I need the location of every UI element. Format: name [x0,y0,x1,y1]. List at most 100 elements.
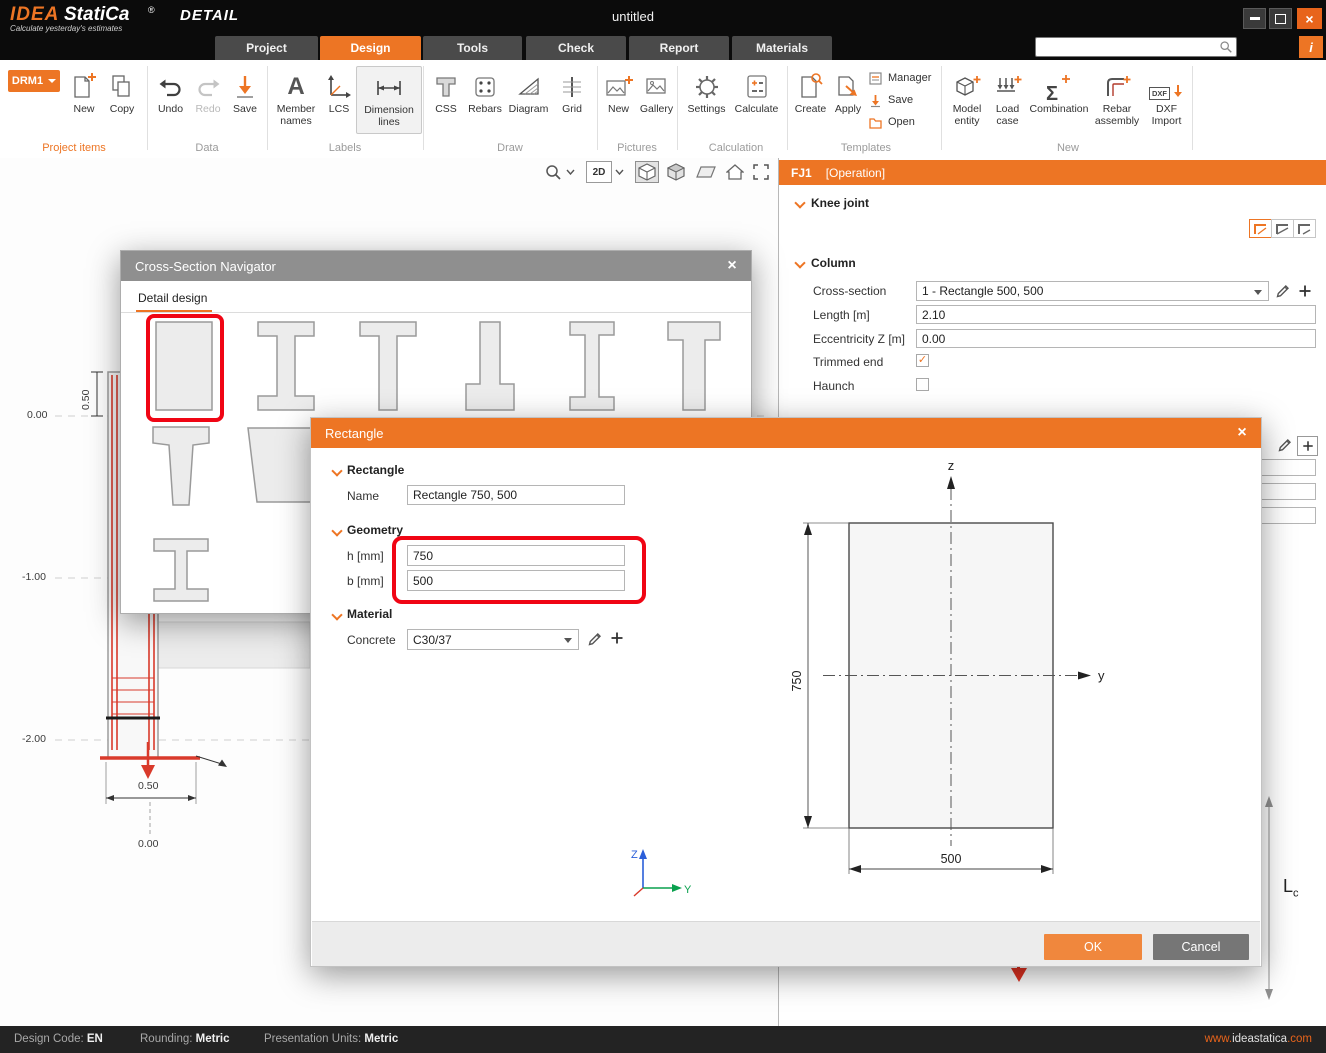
wireframe-cube-icon [637,162,657,182]
template-open-button[interactable]: Open [868,113,940,131]
ribbon-group-draw: Draw [468,142,552,154]
picture-new-button[interactable]: New [601,66,636,132]
combination-button[interactable]: Σ Combination [1028,66,1090,132]
diagram-button[interactable]: Diagram [506,66,551,132]
maximize-button[interactable] [1269,8,1292,29]
status-bar: Design Code: EN Rounding: Metric Present… [0,1026,1326,1053]
knee-joint-collapse-chevron[interactable] [794,197,805,208]
close-button[interactable]: × [1297,8,1322,29]
expand-icon [752,163,770,181]
units-status: Presentation Units: Metric [264,1033,398,1045]
copy-button[interactable]: Copy [103,66,141,132]
tab-materials[interactable]: Materials [732,36,832,60]
gallery-button[interactable]: Gallery [637,66,676,132]
tab-design[interactable]: Design [320,36,421,60]
length-label: Length [m] [813,308,870,322]
template-create-button[interactable]: Create [792,66,829,132]
template-apply-button[interactable]: Apply [830,66,866,132]
zoom-dropdown-chevron[interactable] [565,162,576,182]
cross-section-thumbnail-i-narrow[interactable] [554,319,630,413]
svg-text:Z: Z [631,849,638,861]
lcs-button[interactable]: LCS [324,66,354,132]
view-2d-dropdown-chevron[interactable] [614,162,625,182]
cross-section-thumbnail-tapered-t[interactable] [143,424,219,508]
drm1-dropdown[interactable]: DRM1 [8,70,60,92]
column-width-dim-horizontal: 0.50 [138,780,158,792]
search-input[interactable] [1035,37,1237,57]
save-button[interactable]: Save [227,66,263,132]
knee-joint-type-1-button[interactable] [1249,219,1272,238]
template-manager-button[interactable]: Manager [868,69,940,87]
concrete-select[interactable]: C30/37 [407,629,579,650]
tab-detail-design[interactable]: Detail design [138,291,207,305]
magnifier-icon [544,163,562,181]
geometry-section-chevron[interactable] [331,525,342,536]
cross-section-thumbnail-t-thick[interactable] [656,319,732,413]
ok-button[interactable]: OK [1044,934,1142,960]
knee-joint-type-2-button[interactable] [1271,219,1294,238]
tab-project[interactable]: Project [215,36,318,60]
load-case-button[interactable]: Load case [989,66,1026,132]
undo-button[interactable]: Undo [152,66,189,132]
tab-tools[interactable]: Tools [423,36,522,60]
rectangle-section-chevron[interactable] [331,465,342,476]
knee-joint-type-3-button[interactable] [1293,219,1316,238]
dxf-import-button[interactable]: DXF DXF Import [1143,66,1190,132]
calculate-button[interactable]: Calculate [731,66,782,132]
zoom-extents-button[interactable] [751,162,771,182]
zoom-tool-button[interactable] [543,162,563,182]
new-project-item-button[interactable]: New [66,66,102,132]
rectangle-dialog-close-button[interactable]: × [1233,424,1251,442]
svg-text:500: 500 [941,852,962,866]
model-entity-button[interactable]: Model entity [946,66,988,132]
plane-view-button[interactable] [695,162,717,182]
haunch-checkbox[interactable] [916,378,929,391]
cancel-button[interactable]: Cancel [1153,934,1249,960]
axonometry-view-button[interactable] [635,161,659,183]
rebars-button[interactable]: Rebars [465,66,505,132]
redo-button[interactable]: Redo [190,66,226,132]
rebar-assembly-button[interactable]: Rebar assembly [1092,66,1142,132]
cross-section-thumbnail-t[interactable] [350,319,426,413]
dimension-lines-button[interactable]: Dimension lines [356,66,422,134]
grid-button[interactable]: Grid [552,66,592,132]
tab-check[interactable]: Check [526,36,626,60]
concrete-edit-button[interactable] [587,631,603,652]
cross-section-thumbnail-i-beam[interactable] [143,535,219,605]
cross-section-thumbnail-inverted-t[interactable] [452,319,528,413]
tab-report[interactable]: Report [629,36,729,60]
cross-section-label: Cross-section [813,284,886,298]
rectangle-dialog-title-bar[interactable]: Rectangle [311,418,1261,448]
ribbon-group-new: New [1028,142,1108,154]
cross-section-add-button[interactable] [1298,284,1312,303]
member-names-button[interactable]: A Member names [270,66,322,132]
navigator-title-bar[interactable]: Cross-Section Navigator [121,251,751,281]
eccentricity-input[interactable] [916,329,1316,348]
css-button[interactable]: CSS [428,66,464,132]
settings-button[interactable]: Settings [683,66,730,132]
cross-section-select[interactable]: 1 - Rectangle 500, 500 [916,281,1269,301]
hidden-row-add-button[interactable] [1297,436,1318,456]
trimmed-end-checkbox[interactable]: ✓ [916,354,929,367]
cross-section-thumbnail-i-wide[interactable] [248,319,324,413]
length-input[interactable] [916,305,1316,324]
minimize-button[interactable] [1243,8,1266,29]
home-view-button[interactable] [725,162,745,182]
rounding-status: Rounding: Metric [140,1033,230,1045]
plus-icon [610,631,624,645]
name-input[interactable] [407,485,625,505]
template-save-button[interactable]: Save [868,91,940,109]
material-section-chevron[interactable] [331,609,342,620]
view-2d-button[interactable]: 2D [586,161,612,183]
concrete-label: Concrete [347,633,396,647]
cross-section-edit-button[interactable] [1275,283,1291,304]
concrete-add-button[interactable] [610,631,624,650]
info-button[interactable]: i [1299,36,1323,58]
navigator-close-button[interactable]: × [723,257,741,275]
solid-view-button[interactable] [665,162,687,182]
website-link[interactable]: www.ideastatica.com [1205,1033,1312,1045]
app-tagline: Calculate yesterday's estimates [10,24,122,33]
column-collapse-chevron[interactable] [794,257,805,268]
hidden-row-edit-button[interactable] [1277,437,1293,458]
sigma-icon: Σ [1028,66,1090,100]
